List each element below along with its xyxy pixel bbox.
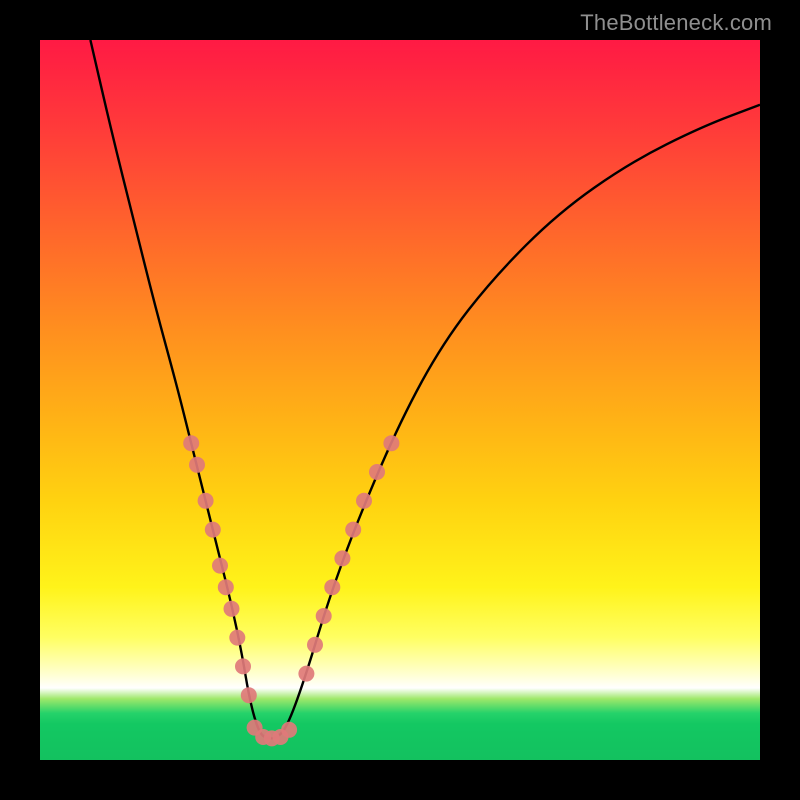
marker-dot: [241, 687, 257, 703]
marker-dot: [224, 601, 240, 617]
curve-path: [90, 40, 760, 738]
marker-dot: [356, 493, 372, 509]
marker-dot: [235, 658, 251, 674]
marker-dot: [324, 579, 340, 595]
watermark-text: TheBottleneck.com: [580, 10, 772, 36]
marker-dot: [307, 637, 323, 653]
marker-dot: [205, 522, 221, 538]
marker-dot: [281, 722, 297, 738]
marker-dot: [345, 522, 361, 538]
marker-dot: [229, 630, 245, 646]
marker-dot: [198, 493, 214, 509]
marker-dot: [383, 435, 399, 451]
marker-dot: [212, 558, 228, 574]
marker-dot: [189, 457, 205, 473]
marker-dot: [316, 608, 332, 624]
marker-dot: [218, 579, 234, 595]
marker-dot: [334, 550, 350, 566]
curve-line: [90, 40, 760, 738]
chart-frame: TheBottleneck.com: [0, 0, 800, 800]
data-markers: [183, 435, 399, 746]
plot-area: [40, 40, 760, 760]
chart-svg: [40, 40, 760, 760]
marker-dot: [183, 435, 199, 451]
marker-dot: [298, 666, 314, 682]
marker-dot: [369, 464, 385, 480]
